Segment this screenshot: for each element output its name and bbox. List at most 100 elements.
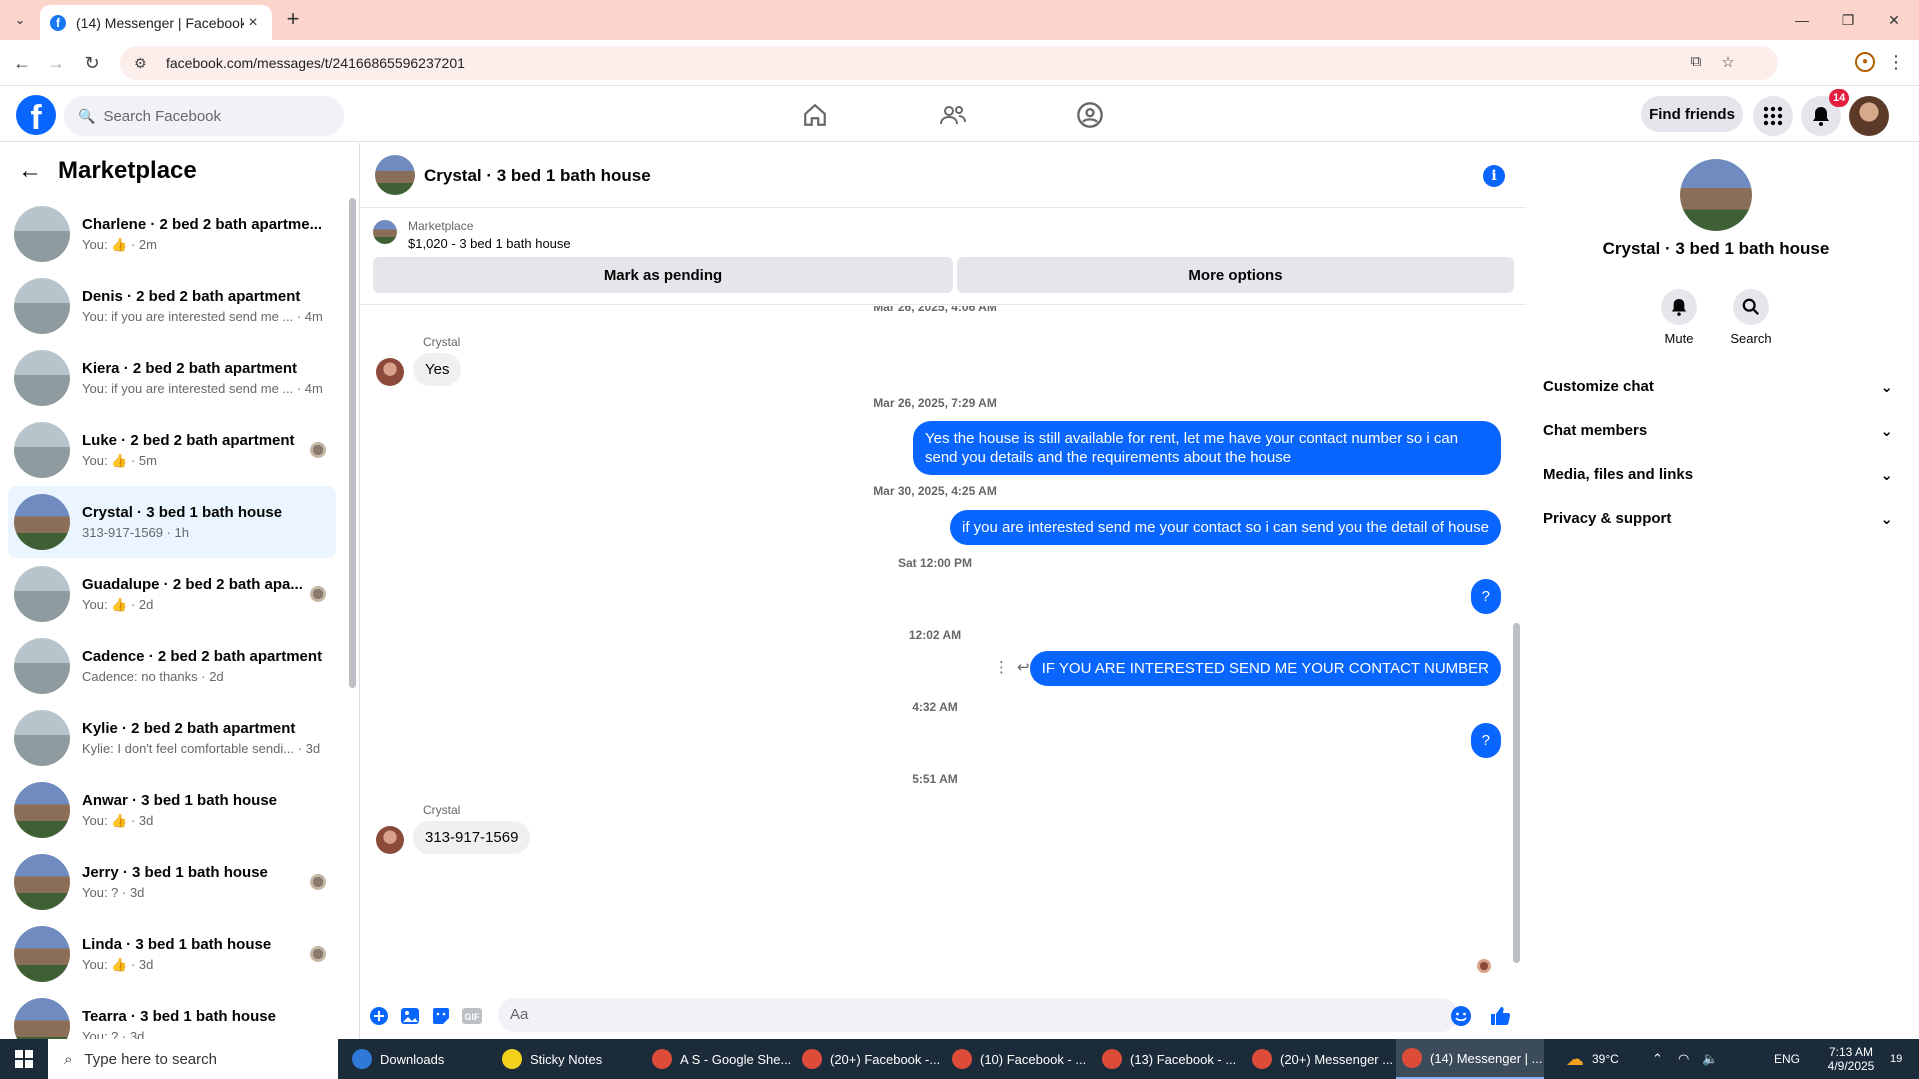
reply-icon[interactable]: ↩	[1017, 658, 1030, 676]
taskbar-app[interactable]: Sticky Notes	[496, 1039, 644, 1079]
conversation-item[interactable]: Anwar · 3 bed 1 bath house You: 👍 · 3d	[8, 774, 336, 846]
emoji-icon[interactable]	[1450, 1005, 1472, 1027]
chat-scrollbar[interactable]	[1513, 623, 1520, 963]
find-friends-button[interactable]: Find friends	[1641, 96, 1743, 132]
crystal-avatar[interactable]	[376, 358, 404, 386]
outgoing-message[interactable]: ?	[1470, 723, 1501, 758]
sidebar-scrollbar[interactable]	[349, 198, 356, 688]
outgoing-message[interactable]: IF YOU ARE INTERESTED SEND ME YOUR CONTA…	[1029, 651, 1501, 686]
new-tab-plus-icon[interactable]: +	[282, 8, 304, 31]
search-placeholder: Search Facebook	[103, 107, 222, 125]
facebook-search-input[interactable]: 🔍 Search Facebook	[64, 96, 344, 136]
taskbar-search-input[interactable]: ⌕ Type here to search	[48, 1039, 338, 1079]
conversation-snippet: You: ? · 3d	[82, 1029, 145, 1039]
sticker-icon[interactable]	[430, 1005, 452, 1027]
friends-icon[interactable]	[938, 100, 968, 130]
app-icon	[652, 1049, 672, 1069]
browser-profile-icon[interactable]: ●	[1855, 52, 1875, 72]
back-arrow-icon[interactable]: ←	[10, 51, 34, 75]
incoming-message[interactable]: 313-917-1569	[413, 821, 531, 854]
more-options-button[interactable]: More options	[957, 257, 1514, 293]
conversation-item[interactable]: Charlene · 2 bed 2 bath apartme... You: 👍…	[8, 198, 336, 270]
tab-search-chevron-icon[interactable]: ⌄	[6, 8, 34, 32]
forward-arrow-icon[interactable]: →	[44, 51, 68, 75]
mute-button[interactable]: Mute	[1649, 289, 1709, 346]
outgoing-message[interactable]: ?	[1470, 579, 1501, 614]
back-arrow-icon[interactable]: ←	[18, 157, 42, 185]
chat-panel: Crystal · 3 bed 1 bath house i Marketpla…	[361, 143, 1526, 1039]
listing-title[interactable]: $1,020 - 3 bed 1 bath house	[408, 236, 571, 251]
minimize-icon[interactable]: —	[1779, 0, 1825, 40]
network-icon[interactable]: ◠	[1678, 1039, 1689, 1079]
more-actions-icon[interactable]: ⋮	[994, 658, 1009, 676]
site-info-icon[interactable]: ⚙	[134, 55, 154, 72]
home-icon[interactable]	[800, 100, 830, 130]
taskbar-app[interactable]: (20+) Facebook -...	[796, 1039, 944, 1079]
attach-photo-icon[interactable]	[399, 1005, 421, 1027]
more-actions-plus-icon[interactable]	[368, 1005, 390, 1027]
taskbar-app[interactable]: (13) Facebook - ...	[1096, 1039, 1244, 1079]
menu-grid-icon[interactable]	[1753, 96, 1793, 136]
install-app-icon[interactable]: ⧉	[1686, 53, 1706, 73]
chat-avatar[interactable]	[375, 155, 415, 195]
chat-title[interactable]: Crystal · 3 bed 1 bath house	[424, 166, 651, 186]
conversation-item[interactable]: Kiera · 2 bed 2 bath apartment You: if yo…	[8, 342, 336, 414]
mute-label: Mute	[1664, 331, 1694, 346]
conversation-snippet: Cadence: no thanks · 2d	[82, 669, 224, 684]
conversation-item[interactable]: Linda · 3 bed 1 bath house You: 👍 · 3d	[8, 918, 336, 990]
crystal-avatar[interactable]	[376, 826, 404, 854]
bookmark-star-icon[interactable]: ☆	[1718, 53, 1738, 73]
close-window-icon[interactable]: ✕	[1871, 0, 1917, 40]
conversation-item[interactable]: Cadence · 2 bed 2 bath apartment Cadence:…	[8, 630, 336, 702]
conversation-item[interactable]: Guadalupe · 2 bed 2 bath apa... You: 👍 · …	[8, 558, 336, 630]
conversation-item[interactable]: Tearra · 3 bed 1 bath house You: ? · 3d	[8, 990, 336, 1039]
conversation-title: Jerry · 3 bed 1 bath house	[82, 864, 268, 881]
account-avatar[interactable]	[1849, 96, 1889, 136]
incoming-message[interactable]: Yes	[413, 353, 462, 386]
details-section[interactable]: Media, files and links ⌄	[1543, 466, 1893, 484]
notification-center-icon[interactable]: 19	[1890, 1039, 1902, 1079]
conversation-text: Linda · 3 bed 1 bath house You: 👍 · 3d	[82, 936, 310, 973]
listing-thumbnail[interactable]	[373, 220, 397, 244]
restore-icon[interactable]: ❐	[1825, 0, 1871, 40]
language-indicator[interactable]: ENG	[1774, 1039, 1800, 1079]
details-section[interactable]: Customize chat ⌄	[1543, 378, 1893, 396]
windows-start-icon[interactable]	[0, 1039, 48, 1079]
details-section[interactable]: Privacy & support ⌄	[1543, 510, 1893, 528]
clock[interactable]: 7:13 AM 4/9/2025	[1815, 1039, 1887, 1079]
conversation-item[interactable]: Denis · 2 bed 2 bath apartment You: if yo…	[8, 270, 336, 342]
weather-widget[interactable]: ☁ 39°C	[1566, 1039, 1619, 1079]
volume-icon[interactable]: 🔈	[1702, 1039, 1718, 1079]
browser-menu-kebab-icon[interactable]: ⋮	[1887, 52, 1905, 73]
mark-as-pending-button[interactable]: Mark as pending	[373, 257, 953, 293]
tab-bar: ⌄ f (14) Messenger | Facebook × + — ❐ ✕	[0, 0, 1919, 40]
details-section[interactable]: Chat members ⌄	[1543, 422, 1893, 440]
info-icon[interactable]: i	[1483, 165, 1505, 187]
taskbar-app[interactable]: (14) Messenger | ...	[1396, 1039, 1544, 1079]
outgoing-message[interactable]: if you are interested send me your conta…	[950, 510, 1501, 545]
listing-thumbnail	[14, 206, 70, 262]
conversation-item[interactable]: Crystal · 3 bed 1 bath house 313-917-1569…	[8, 486, 336, 558]
taskbar-app[interactable]: (20+) Messenger ...	[1246, 1039, 1394, 1079]
groups-icon[interactable]	[1075, 100, 1105, 130]
reload-icon[interactable]: ↻	[80, 51, 104, 75]
sender-name: Crystal	[423, 335, 461, 349]
close-tab-icon[interactable]: ×	[244, 14, 262, 32]
outgoing-message[interactable]: Yes the house is still available for ren…	[913, 421, 1501, 475]
like-thumb-icon[interactable]	[1489, 1005, 1511, 1027]
url-omnibox[interactable]: ⚙ facebook.com/messages/t/24166865596237…	[120, 46, 1778, 80]
browser-tab-active[interactable]: f (14) Messenger | Facebook ×	[40, 5, 272, 40]
app-label: (14) Messenger | ...	[1430, 1050, 1543, 1066]
gif-icon[interactable]: GIF	[461, 1005, 483, 1027]
conversation-item[interactable]: Kylie · 2 bed 2 bath apartment Kylie: I d…	[8, 702, 336, 774]
tray-overflow-icon[interactable]: ⌃	[1652, 1039, 1663, 1079]
conversation-item[interactable]: Jerry · 3 bed 1 bath house You: ? · 3d	[8, 846, 336, 918]
message-input[interactable]: Aa	[498, 998, 1458, 1032]
search-in-chat-button[interactable]: Search	[1721, 289, 1781, 346]
facebook-logo-icon[interactable]: f	[16, 95, 56, 137]
taskbar-app[interactable]: Downloads	[346, 1039, 494, 1079]
details-avatar[interactable]	[1680, 159, 1752, 231]
conversation-item[interactable]: Luke · 2 bed 2 bath apartment You: 👍 · 5m	[8, 414, 336, 486]
taskbar-app[interactable]: A S - Google She...	[646, 1039, 794, 1079]
taskbar-app[interactable]: (10) Facebook - ...	[946, 1039, 1094, 1079]
